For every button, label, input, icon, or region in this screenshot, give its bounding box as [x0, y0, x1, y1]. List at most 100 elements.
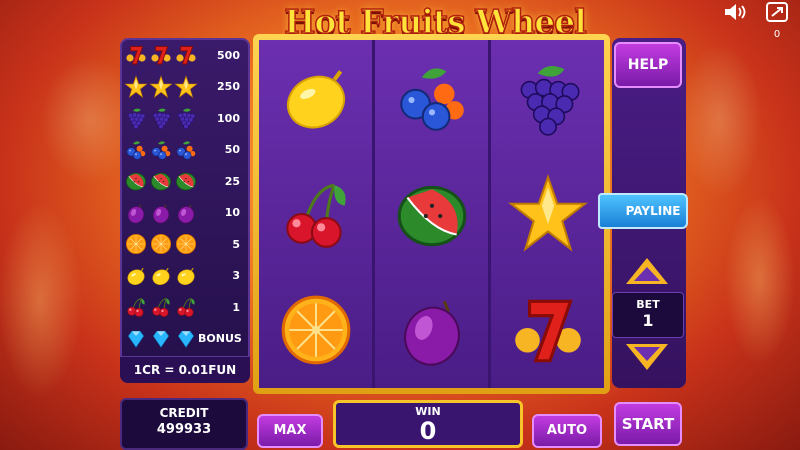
grapes-icon [124, 106, 148, 130]
paytable-row-cherry: 1 [124, 294, 246, 320]
grapes-icon [149, 106, 173, 130]
up-arrow-icon [634, 267, 660, 281]
paytable-symbols [124, 232, 198, 256]
watermelon-icon [391, 173, 473, 255]
credit-rate-label: 1CR = 0.01FUN [120, 356, 250, 383]
paytable-symbols [124, 264, 198, 288]
cherry-icon [124, 295, 148, 317]
bet-display: BET 1 [612, 292, 684, 338]
plum-icon [174, 201, 198, 223]
paytable-row-grapes: 100 [124, 105, 246, 131]
diamond-icon [124, 327, 148, 349]
lemon-icon [124, 264, 148, 286]
paytable-symbols [124, 106, 198, 130]
star-icon [174, 74, 198, 98]
paytable-symbols [124, 74, 198, 99]
seven-icon [149, 43, 173, 65]
paytable-payout: 50 [224, 143, 240, 156]
paytable-payout: 25 [224, 174, 240, 188]
paytable-symbols [124, 201, 198, 225]
reel-cell [375, 272, 488, 388]
paytable-symbols [124, 169, 198, 193]
paytable-payout: 10 [224, 206, 240, 219]
reel-cell [491, 156, 604, 272]
orange-icon [275, 289, 357, 371]
diamond-icon [174, 327, 198, 349]
reel-cell [375, 156, 488, 272]
paytable-payout: 100 [217, 111, 240, 125]
lemon-icon [174, 264, 198, 286]
mixed-berries-icon [174, 138, 198, 160]
paytable-payout: 250 [217, 80, 240, 93]
paytable-row-watermelon: 25 [124, 168, 246, 194]
paytable-row-plum: 10 [124, 200, 246, 226]
paytable-payout: 5 [232, 237, 240, 251]
paytable-payout: 500 [217, 48, 240, 62]
plum-icon [124, 201, 148, 223]
paytable-row-lemon: 3 [124, 263, 246, 289]
plum-icon [391, 289, 473, 371]
orange-icon [149, 232, 173, 255]
bet-label: BET [636, 298, 660, 311]
mixed-berries-icon [391, 57, 473, 139]
diamond-icon [149, 327, 173, 349]
lemon-icon [275, 57, 357, 139]
paytable-row-mixed-berries: 50 [124, 137, 246, 163]
reel-3 [491, 40, 604, 388]
paytable-row-seven: 500 [124, 42, 246, 68]
reel-cell [259, 40, 372, 156]
star-icon [124, 74, 148, 98]
orange-icon [174, 232, 198, 255]
reel-1 [259, 40, 372, 388]
cherry-icon [174, 295, 198, 317]
max-bet-button[interactable]: MAX [257, 414, 323, 448]
paytable-symbols [124, 138, 198, 162]
top-icons: 0 [722, 2, 790, 40]
paytable-symbols [124, 43, 198, 67]
cherry-icon [275, 173, 357, 255]
reel-cell [259, 272, 372, 388]
reel-cell [375, 40, 488, 156]
fullscreen-count: 0 [773, 29, 781, 40]
start-button[interactable]: START [614, 402, 682, 446]
lemon-icon [149, 264, 173, 286]
watermelon-icon [124, 169, 148, 191]
paytable-row-orange: 5 [124, 231, 246, 257]
reels [259, 40, 604, 388]
paytable-symbols [124, 327, 198, 351]
down-arrow-icon [634, 347, 660, 361]
plum-icon [149, 201, 173, 223]
paytable-payout: 1 [232, 300, 240, 314]
paytable-row-diamond: BONUS [124, 326, 246, 352]
help-button[interactable]: HELP [614, 42, 682, 88]
cherry-icon [149, 295, 173, 317]
credit-value: 499933 [156, 422, 212, 437]
mixed-berries-icon [124, 138, 148, 160]
reel-cell [259, 156, 372, 272]
seven-icon [124, 43, 148, 65]
paytable-symbols [124, 295, 198, 319]
paytable-payout: BONUS [198, 332, 242, 345]
seven-icon [507, 289, 589, 371]
reel-frame [253, 34, 610, 394]
credit-display: CREDIT 499933 [120, 398, 248, 450]
credit-label: CREDIT [159, 406, 209, 420]
star-icon [149, 74, 173, 98]
orange-icon [124, 232, 148, 255]
win-value: 0 [419, 417, 437, 445]
payline-indicator: PAYLINE [598, 193, 688, 229]
seven-icon [174, 43, 198, 65]
reel-2 [375, 40, 488, 388]
autoplay-button[interactable]: AUTO [532, 414, 602, 448]
paytable-payout: 3 [232, 269, 240, 282]
watermelon-icon [149, 169, 173, 191]
reel-cell [491, 40, 604, 156]
watermelon-icon [174, 169, 198, 191]
fullscreen-icon[interactable]: 0 [764, 2, 790, 40]
grapes-icon [174, 106, 198, 130]
paytable-row-star: 250 [124, 74, 246, 100]
win-display: WIN 0 [333, 400, 523, 448]
bet-value: 1 [642, 311, 654, 330]
grapes-icon [507, 57, 589, 139]
speaker-icon[interactable] [722, 2, 748, 24]
